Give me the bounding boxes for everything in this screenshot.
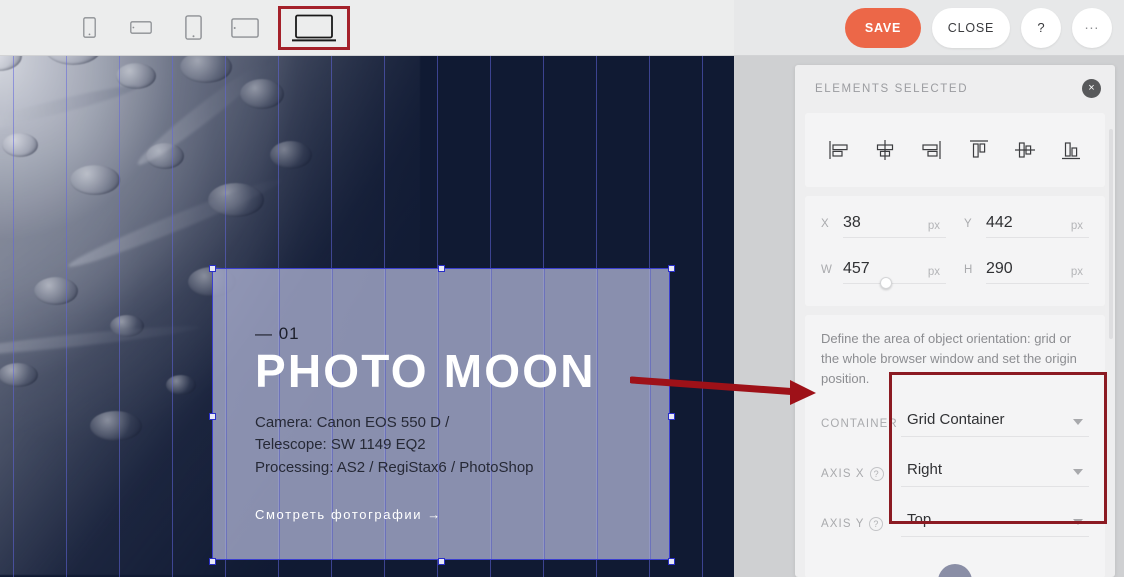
axis-x-row: AXIS X ? Right [821,449,1089,499]
axis-y-dropdown[interactable]: Top [901,511,1089,537]
slide-meta-line-3: Processing: AS2 / RegiStax6 / PhotoShop [255,458,534,476]
align-top-icon[interactable] [967,138,991,162]
width-slider-knob[interactable] [880,277,893,289]
x-value[interactable]: 38 [843,214,861,231]
w-value[interactable]: 457 [843,260,870,277]
container-label: CONTAINER [821,418,901,430]
save-button-label: SAVE [864,20,902,35]
device-tablet-landscape-button[interactable] [226,9,264,47]
save-button[interactable]: SAVE [845,7,921,48]
more-icon: ... [1084,15,1100,32]
axis-y-value: Top [907,511,932,528]
next-section-card [805,538,1105,577]
panel-scrollbar[interactable] [1109,129,1113,339]
vertical-align-group [967,138,1083,162]
align-center-vertical-icon[interactable] [1013,138,1037,162]
coordinates-card: X 38 px Y 442 px W 457 px H 290 px [805,196,1105,306]
app-root: SAVE CLOSE ? ... — 01 PHOTO MOON Camera:… [0,0,1124,577]
container-row: CONTAINER Grid Container [821,399,1089,449]
close-icon: × [1088,82,1095,94]
align-bottom-icon[interactable] [1059,138,1083,162]
axis-x-label: AXIS X ? [821,467,901,481]
w-label: W [821,264,833,276]
align-left-icon[interactable] [827,138,851,162]
device-preview-switcher [70,0,350,55]
slide-content: — 01 PHOTO MOON Camera: Canon EOS 550 D … [255,324,659,522]
device-desktop-button[interactable] [278,5,350,50]
container-label-text: CONTAINER [821,418,898,430]
axis-y-label-text: AXIS Y [821,518,865,530]
h-value[interactable]: 290 [986,260,1013,277]
chevron-down-icon [1073,519,1083,525]
h-label: H [964,264,974,276]
axis-x-help-icon[interactable]: ? [869,467,884,481]
resize-handle-top-left[interactable] [209,265,216,272]
axis-x-label-text: AXIS X [821,468,865,480]
axis-x-value: Right [907,461,943,478]
y-field[interactable]: Y 442 px [964,214,1089,238]
help-icon: ? [1037,20,1045,35]
close-button-label: CLOSE [947,20,995,35]
h-field[interactable]: H 290 px [964,260,1089,284]
slide-cta-link[interactable]: Смотреть фотографии → [255,507,659,522]
help-button[interactable]: ? [1021,7,1061,48]
position-row: X 38 px Y 442 px [821,214,1089,238]
device-mobile-portrait-small-button[interactable] [70,9,108,47]
x-unit: px [927,220,940,232]
slide-title: PHOTO MOON [255,345,596,397]
toolbar-actions: SAVE CLOSE ? ... [845,0,1112,55]
y-label: Y [964,218,973,230]
x-label: X [821,218,830,230]
resize-handle-middle-right[interactable] [668,413,675,420]
resize-handle-bottom-right[interactable] [668,558,675,565]
slide-eyebrow: — 01 [255,324,300,343]
slide-meta-line-2: Telescope: SW 1149 EQ2 [255,436,426,454]
x-field[interactable]: X 38 px [821,214,946,238]
resize-handle-middle-left[interactable] [209,413,216,420]
container-dropdown[interactable]: Grid Container [901,411,1089,437]
resize-handle-top-right[interactable] [668,265,675,272]
device-mobile-landscape-button[interactable] [122,9,160,47]
w-field[interactable]: W 457 px [821,260,946,289]
orientation-card: Define the area of object orientation: g… [805,315,1105,557]
more-options-button[interactable]: ... [1072,7,1112,48]
resize-handle-bottom-center[interactable] [438,558,445,565]
axis-x-dropdown[interactable]: Right [901,461,1089,487]
close-button[interactable]: CLOSE [932,7,1010,48]
h-unit: px [1070,266,1083,278]
axis-y-help-icon[interactable]: ? [869,517,884,531]
align-center-horizontal-icon[interactable] [873,138,897,162]
top-toolbar: SAVE CLOSE ? ... [0,0,1124,56]
align-right-icon[interactable] [919,138,943,162]
panel-title: ELEMENTS SELECTED [815,83,969,95]
close-panel-button[interactable]: × [1082,79,1101,98]
y-unit: px [1070,220,1083,232]
device-mobile-portrait-button[interactable] [174,9,212,47]
slide-meta-line-1: Camera: Canon EOS 550 D / [255,413,450,431]
chevron-down-icon [1073,419,1083,425]
design-canvas[interactable]: — 01 PHOTO MOON Camera: Canon EOS 550 D … [0,55,734,577]
horizontal-align-group [827,138,943,162]
selected-element-box[interactable]: — 01 PHOTO MOON Camera: Canon EOS 550 D … [209,265,675,565]
alignment-card [805,113,1105,187]
avatar [938,564,972,577]
resize-handle-top-center[interactable] [438,265,445,272]
axis-y-label: AXIS Y ? [821,517,901,531]
orientation-description: Define the area of object orientation: g… [821,331,1077,386]
size-row: W 457 px H 290 px [821,260,1089,289]
w-unit: px [927,266,940,278]
panel-header: ELEMENTS SELECTED × [795,65,1115,113]
elements-properties-panel: ELEMENTS SELECTED × X 38 px Y 442 px W 4… [795,65,1115,577]
container-value: Grid Container [907,411,1005,428]
chevron-down-icon [1073,469,1083,475]
resize-handle-bottom-left[interactable] [209,558,216,565]
y-value[interactable]: 442 [986,214,1013,231]
